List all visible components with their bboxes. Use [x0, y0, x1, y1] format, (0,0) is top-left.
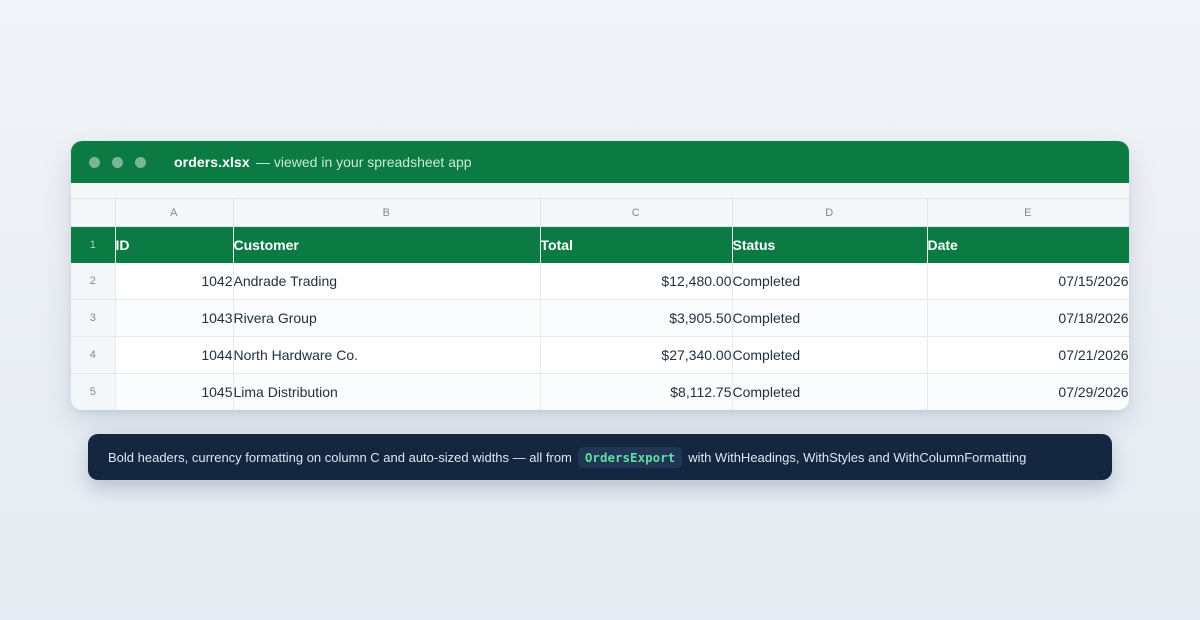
cell-date[interactable]: 07/15/2026: [927, 263, 1129, 300]
cell-status[interactable]: Completed: [732, 336, 928, 374]
export-caption: Bold headers, currency formatting on col…: [88, 434, 1112, 480]
header-cell-date[interactable]: Date: [927, 226, 1129, 263]
minimize-window-dot-icon[interactable]: [112, 157, 123, 168]
close-window-dot-icon[interactable]: [89, 157, 100, 168]
window-file-name: orders.xlsx: [174, 154, 250, 170]
cell-total[interactable]: $8,112.75: [540, 373, 733, 410]
spreadsheet-window: orders.xlsx — viewed in your spreadsheet…: [71, 141, 1129, 410]
column-letter-header-row: A B C D E: [71, 199, 1129, 227]
spreadsheet-grid: A B C D E 1 ID Customer Total Status Dat…: [71, 199, 1129, 410]
code-class-name: OrdersExport: [577, 446, 683, 468]
cell-date[interactable]: 07/21/2026: [927, 336, 1129, 374]
window-subtitle: — viewed in your spreadsheet app: [256, 154, 472, 170]
table-row: 4 1044 North Hardware Co. $27,340.00 Com…: [71, 336, 1129, 374]
cell-total[interactable]: $27,340.00: [540, 336, 733, 374]
window-controls: [89, 157, 146, 168]
row-number[interactable]: 3: [71, 299, 116, 337]
maximize-window-dot-icon[interactable]: [135, 157, 146, 168]
header-cell-status[interactable]: Status: [732, 226, 928, 263]
row-number[interactable]: 2: [71, 263, 116, 300]
cell-status[interactable]: Completed: [732, 373, 928, 410]
cell-id[interactable]: 1045: [115, 373, 234, 410]
cell-status[interactable]: Completed: [732, 299, 928, 337]
cell-total[interactable]: $12,480.00: [540, 263, 733, 300]
cell-date[interactable]: 07/18/2026: [927, 299, 1129, 337]
cell-customer[interactable]: Lima Distribution: [233, 373, 541, 410]
column-header-c[interactable]: C: [540, 199, 733, 227]
cell-total[interactable]: $3,905.50: [540, 299, 733, 337]
cell-id[interactable]: 1044: [115, 336, 234, 374]
table-header-row: 1 ID Customer Total Status Date: [71, 226, 1129, 263]
window-titlebar: orders.xlsx — viewed in your spreadsheet…: [71, 141, 1129, 183]
table-row: 5 1045 Lima Distribution $8,112.75 Compl…: [71, 373, 1129, 410]
cell-customer[interactable]: Andrade Trading: [233, 263, 541, 300]
cell-status[interactable]: Completed: [732, 263, 928, 300]
table-row: 2 1042 Andrade Trading $12,480.00 Comple…: [71, 263, 1129, 300]
formula-bar-strip: [71, 183, 1129, 199]
caption-text-before: Bold headers, currency formatting on col…: [108, 449, 572, 465]
cell-id[interactable]: 1043: [115, 299, 234, 337]
column-header-d[interactable]: D: [732, 199, 928, 227]
column-header-e[interactable]: E: [927, 199, 1129, 227]
caption-text-after: with WithHeadings, WithStyles and WithCo…: [688, 449, 1027, 465]
column-header-a[interactable]: A: [115, 199, 234, 227]
table-row: 3 1043 Rivera Group $3,905.50 Completed …: [71, 299, 1129, 337]
column-header-b[interactable]: B: [233, 199, 541, 227]
cell-date[interactable]: 07/29/2026: [927, 373, 1129, 410]
cell-customer[interactable]: North Hardware Co.: [233, 336, 541, 374]
row-number[interactable]: 4: [71, 336, 116, 374]
header-cell-total[interactable]: Total: [540, 226, 733, 263]
row-number[interactable]: 1: [71, 226, 116, 263]
header-cell-customer[interactable]: Customer: [233, 226, 541, 263]
header-cell-id[interactable]: ID: [115, 226, 234, 263]
row-number[interactable]: 5: [71, 373, 116, 410]
cell-id[interactable]: 1042: [115, 263, 234, 300]
select-all-corner[interactable]: [71, 199, 116, 227]
cell-customer[interactable]: Rivera Group: [233, 299, 541, 337]
